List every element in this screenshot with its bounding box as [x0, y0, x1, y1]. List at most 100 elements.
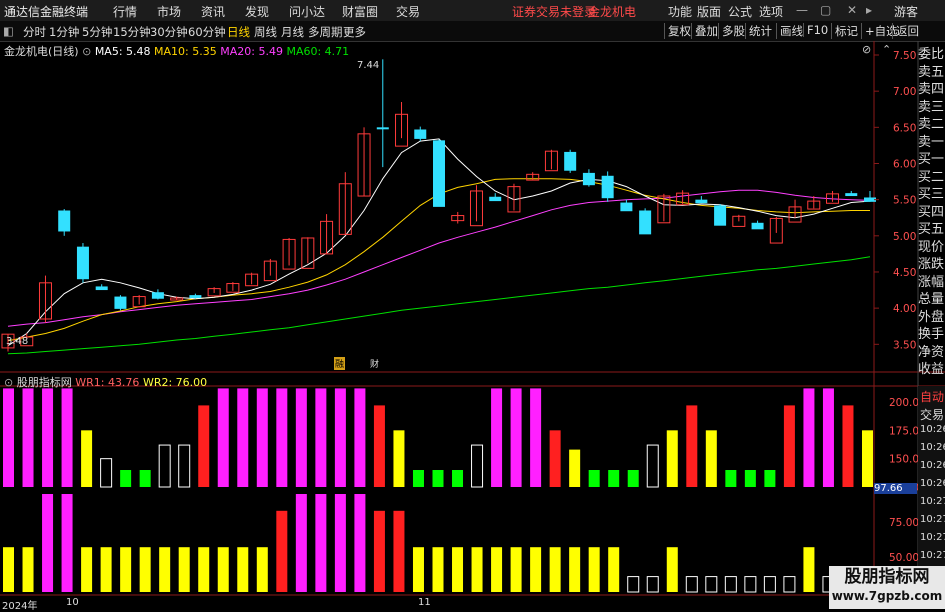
indicator-axis-tick: 50.00 — [889, 552, 919, 564]
wr1-bar — [100, 458, 113, 488]
wr2-bar — [705, 576, 718, 593]
ma10-label: MA10: 5.35 — [154, 45, 217, 58]
wr1-bar — [842, 405, 854, 487]
wr1-bar — [256, 388, 268, 487]
wr2-bar — [139, 547, 151, 592]
dropdown-icon[interactable]: ⊙ — [82, 45, 91, 58]
wr2-bar — [627, 576, 640, 593]
date-label-year: 2024年 — [2, 601, 38, 612]
collapse-icon[interactable]: ⌃ — [882, 43, 891, 56]
settings-icon[interactable]: ⊘ — [862, 43, 871, 56]
wr1-bar — [666, 430, 678, 487]
side-label-17: 净资 — [918, 344, 945, 360]
wr1-bar — [530, 388, 542, 487]
margin-badge[interactable]: 融 — [334, 357, 346, 370]
wr1-bar — [295, 388, 307, 487]
candle-body — [751, 222, 764, 230]
wr2-bar — [61, 494, 73, 592]
side-label-15: 外盘 — [918, 309, 945, 325]
wr2-bar — [685, 576, 698, 593]
wr1-bar — [412, 470, 424, 487]
price-axis-tick: 4.00 — [893, 303, 916, 315]
candle-body — [76, 246, 89, 280]
price-axis-tick: 6.00 — [893, 158, 916, 170]
wr1-bar — [315, 388, 327, 487]
wr2-bar — [120, 547, 132, 592]
candle-body — [189, 295, 202, 299]
candle-body — [639, 210, 652, 235]
price-axis-tick: 3.50 — [893, 339, 916, 351]
wr1-bar — [81, 430, 93, 487]
wr1-bar — [627, 470, 639, 487]
side-label-16: 换手 — [918, 327, 945, 342]
wr2-bar — [666, 547, 678, 592]
watermark-url: www.7gpzb.com — [831, 589, 943, 603]
price-axis-tick: 7.00 — [893, 86, 916, 98]
wr2-bar — [22, 547, 34, 592]
trade-time-5: 10:26 — [920, 478, 945, 489]
wr1-bar — [3, 388, 14, 487]
wr2-bar — [100, 547, 112, 592]
wr1-bar — [276, 388, 288, 487]
wr2-bar — [491, 547, 503, 592]
indicator-axis-tick: 200.0 — [889, 397, 919, 409]
wr1-bar — [373, 405, 385, 487]
trade-time-2: 10:26 — [920, 424, 945, 435]
wr2-bar — [256, 547, 268, 592]
side-label-4: 卖二 — [918, 117, 945, 132]
candle-body — [564, 151, 577, 171]
side-label-11: 现价 — [918, 239, 945, 255]
stock-name-label: 金龙机电(日线) — [4, 45, 79, 58]
wr2-bar — [42, 494, 54, 592]
candle-body — [376, 127, 389, 130]
side-label-18: 收益 — [918, 362, 945, 377]
finance-badge[interactable]: 财 — [370, 357, 379, 370]
trade-time-3: 10:26 — [920, 442, 945, 453]
price-axis-tick: 5.50 — [893, 195, 916, 207]
wr1-bar — [471, 444, 484, 488]
price-axis-tick: 4.50 — [893, 267, 916, 279]
ma20-label: MA20: 5.49 — [220, 45, 283, 58]
price-axis-tick: 7.50 — [893, 50, 916, 62]
wr2-bar — [276, 510, 288, 592]
wr1-bar — [569, 449, 581, 487]
candle-body — [95, 286, 108, 291]
settings-icon[interactable]: ⊙ — [4, 376, 13, 389]
side-label-12: 涨跌 — [918, 257, 945, 272]
side-label-8: 买三 — [918, 187, 945, 202]
candle-body — [845, 193, 858, 197]
wr2-bar — [198, 547, 210, 592]
watermark: 股朋指标网 www.7gpzb.com — [829, 566, 945, 609]
wr1-bar — [705, 430, 717, 487]
wr1-bar — [42, 388, 54, 487]
wr1-bar — [120, 470, 132, 487]
wr2-bar — [334, 494, 346, 592]
candle-body — [433, 140, 445, 207]
candle-body — [414, 129, 427, 139]
trade-time-0: 自动 — [920, 390, 945, 404]
side-label-13: 涨幅 — [918, 274, 945, 290]
wr1-bar — [764, 470, 776, 487]
wr2-bar — [373, 510, 385, 592]
wr1-bar — [822, 388, 834, 487]
wr2-bar — [471, 547, 483, 592]
wr1-bar — [588, 470, 600, 487]
side-label-6: 买一 — [918, 152, 945, 167]
wr2-bar — [432, 547, 444, 592]
indicator-axis-tick: 175.0 — [889, 425, 919, 437]
wr1-bar — [178, 444, 191, 488]
side-label-10: 买五 — [918, 222, 945, 237]
wr2-bar — [81, 547, 93, 592]
wr1-bar — [686, 405, 698, 487]
wr2-bar — [608, 547, 620, 592]
wr1-bar — [744, 470, 756, 487]
indicator-axis-tick: 75.00 — [889, 517, 919, 529]
trade-time-6: 10:27 — [920, 496, 945, 507]
current-value-badge: 97.66 — [874, 483, 917, 494]
side-label-7: 买二 — [918, 169, 945, 185]
wr2-bar — [724, 576, 737, 593]
price-chart[interactable]: 7.50 7.00 6.50 6.00 5.50 5.00 4.50 4.00 3.50 200.… — [0, 0, 945, 609]
side-label-14: 总量 — [918, 292, 945, 307]
wr1-bar — [393, 430, 405, 487]
trade-time-7: 10:27 — [920, 514, 945, 525]
